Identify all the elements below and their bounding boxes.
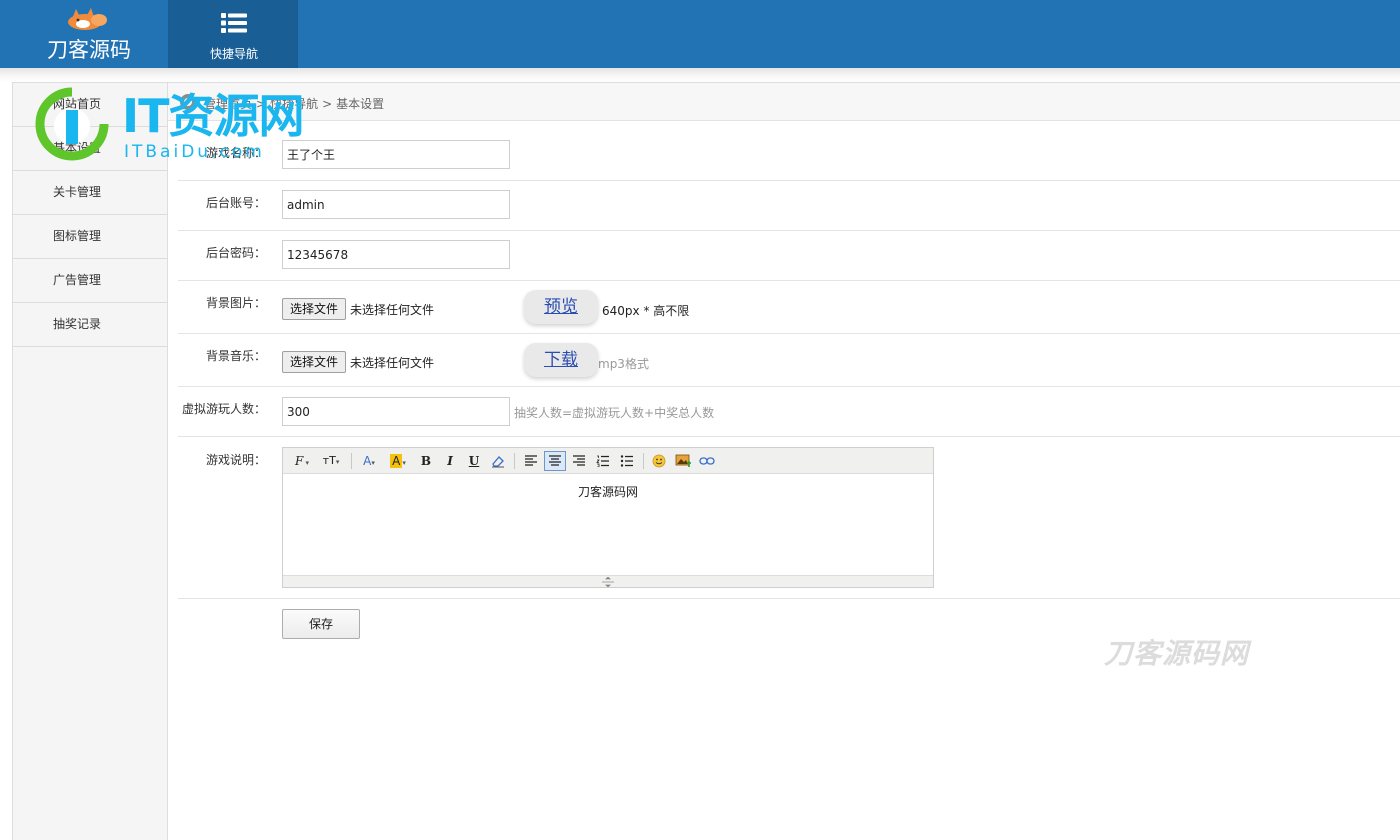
home-icon xyxy=(180,94,196,110)
corner-watermark: 刀客源码网 xyxy=(1104,637,1250,670)
font-size-button[interactable]: тT▾ xyxy=(319,452,343,470)
sidebar-item-home[interactable]: 网站首页 xyxy=(13,83,167,127)
admin-account-label: 后台账号： xyxy=(205,196,266,210)
virtual-players-label: 虚拟游玩人数： xyxy=(181,402,266,416)
background-image-file-status: 未选择任何文件 xyxy=(350,303,435,317)
align-left-icon[interactable] xyxy=(521,452,541,470)
background-image-choose-button[interactable]: 选择文件 xyxy=(282,298,346,320)
background-music-file-status: 未选择任何文件 xyxy=(350,356,435,370)
editor-toolbar: F ▾ тT▾ A▾ A ▾ B I U xyxy=(283,448,933,474)
game-name-input[interactable] xyxy=(282,140,510,169)
unordered-list-icon[interactable] xyxy=(617,452,637,470)
font-color-button[interactable]: A▾ xyxy=(359,452,379,470)
emoji-icon[interactable] xyxy=(649,452,669,470)
admin-password-row: 后台密码： xyxy=(178,231,1400,281)
admin-password-label: 后台密码： xyxy=(205,246,266,260)
toolbar-separator xyxy=(351,453,352,469)
background-music-choose-button[interactable]: 选择文件 xyxy=(282,351,346,373)
sidebar: 网站首页 基本设置 关卡管理 图标管理 广告管理 抽奖记录 xyxy=(12,82,168,840)
save-button[interactable]: 保存 xyxy=(282,609,360,639)
sidebar-item-ad-management[interactable]: 广告管理 xyxy=(13,259,167,303)
admin-password-input[interactable] xyxy=(282,240,510,269)
game-name-row: 游戏名称： xyxy=(178,130,1400,181)
italic-button[interactable]: I xyxy=(443,452,457,470)
insert-image-icon[interactable] xyxy=(673,452,693,470)
editor-resize-handle[interactable] xyxy=(283,575,933,587)
align-center-icon[interactable] xyxy=(544,451,566,471)
background-image-hint: 640px * 高不限 xyxy=(602,304,690,318)
game-description-label: 游戏说明： xyxy=(205,453,266,467)
sidebar-item-icon-management[interactable]: 图标管理 xyxy=(13,215,167,259)
top-bar: 刀客源码 快捷导航 xyxy=(0,0,1400,68)
game-description-row: 游戏说明： F ▾ тT▾ A▾ A ▾ B I U 刀客源码网 xyxy=(178,437,1400,599)
highlight-glyph: A xyxy=(390,454,403,468)
list-icon xyxy=(221,13,247,33)
brand-name: 刀客源码 xyxy=(47,38,131,62)
quick-nav-button[interactable]: 快捷导航 xyxy=(168,0,298,68)
ordered-list-icon[interactable] xyxy=(593,452,613,470)
breadcrumb-quick-nav[interactable]: 快捷导航 xyxy=(270,97,318,111)
breadcrumb-current: 基本设置 xyxy=(336,97,385,111)
background-image-label: 背景图片： xyxy=(205,296,266,310)
background-music-row: 背景音乐： 选择文件 未选择任何文件 mp3格式 下载 xyxy=(178,334,1400,387)
toolbar-separator xyxy=(643,453,644,469)
font-family-button[interactable]: F ▾ xyxy=(291,452,313,470)
sidebar-item-lottery-records[interactable]: 抽奖记录 xyxy=(13,303,167,347)
background-image-row: 背景图片： 选择文件 未选择任何文件 预览 640px * 高不限 xyxy=(178,281,1400,334)
game-name-label: 游戏名称： xyxy=(205,146,266,160)
align-right-icon[interactable] xyxy=(569,452,589,470)
toolbar-separator xyxy=(514,453,515,469)
editor-content[interactable]: 刀客源码网 xyxy=(283,475,933,574)
breadcrumb: 管理首页 > 快捷导航 > 基本设置 xyxy=(204,95,388,112)
breadcrumb-separator: > xyxy=(322,97,333,111)
breadcrumb-separator: > xyxy=(256,97,267,111)
highlight-button[interactable]: A ▾ xyxy=(387,452,409,470)
bold-button[interactable]: B xyxy=(419,452,433,470)
admin-account-row: 后台账号： xyxy=(178,181,1400,231)
breadcrumb-home[interactable]: 管理首页 xyxy=(204,97,252,111)
header-shadow xyxy=(0,68,1400,82)
font-size-glyph: тT xyxy=(322,454,336,467)
resize-handle-icon xyxy=(602,577,614,587)
fox-logo-icon xyxy=(68,8,107,30)
virtual-players-row: 虚拟游玩人数： 抽奖人数=虚拟游玩人数+中奖总人数 xyxy=(178,387,1400,437)
background-music-hint: mp3格式 xyxy=(598,357,649,371)
background-music-label: 背景音乐： xyxy=(205,349,266,363)
admin-account-input[interactable] xyxy=(282,190,510,219)
rich-text-editor: F ▾ тT▾ A▾ A ▾ B I U 刀客源码网 xyxy=(282,447,934,588)
virtual-players-input[interactable] xyxy=(282,397,510,426)
eraser-icon[interactable] xyxy=(490,452,506,470)
underline-button[interactable]: U xyxy=(467,452,481,470)
sidebar-item-level-management[interactable]: 关卡管理 xyxy=(13,171,167,215)
sidebar-item-basic-settings[interactable]: 基本设置 xyxy=(13,127,167,171)
preview-button[interactable]: 预览 xyxy=(524,290,598,324)
download-button[interactable]: 下载 xyxy=(524,343,598,377)
link-icon[interactable] xyxy=(697,452,717,470)
brand-logo[interactable]: 刀客源码 xyxy=(0,0,168,68)
virtual-players-hint: 抽奖人数=虚拟游玩人数+中奖总人数 xyxy=(514,406,715,420)
breadcrumb-bar: 管理首页 > 快捷导航 > 基本设置 xyxy=(168,82,1400,121)
quick-nav-label: 快捷导航 xyxy=(209,47,258,61)
